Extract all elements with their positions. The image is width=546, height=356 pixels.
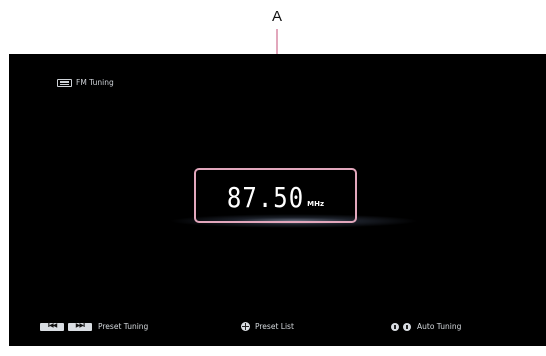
directional-pad-icon[interactable] [241,322,250,331]
callout-label: A [271,8,282,25]
frequency-value: 87.50 [226,181,305,214]
tune-down-button-icon[interactable] [391,322,399,331]
skip-previous-icon[interactable]: I◀◀ [40,322,64,331]
preset-tuning-label: Preset Tuning [98,322,149,331]
fm-tuner-icon [57,78,72,87]
preset-list-hint: Preset List [241,322,294,331]
preset-list-label: Preset List [255,322,294,331]
frequency-display: 87.50 MHz [194,168,357,223]
preset-tuning-hint: I◀◀ ▶▶I Preset Tuning [40,322,148,331]
tv-screen: FM Tuning 87.50 MHz I◀◀ ▶▶I Preset Tunin… [9,54,546,346]
auto-tuning-label: Auto Tuning [417,322,462,331]
mode-label: FM Tuning [76,78,114,87]
tune-up-button-icon[interactable] [403,322,411,331]
skip-next-icon[interactable]: ▶▶I [68,322,92,331]
frequency-unit: MHz [307,200,325,208]
mode-indicator: FM Tuning [57,78,114,87]
auto-tuning-hint: Auto Tuning [391,322,461,331]
